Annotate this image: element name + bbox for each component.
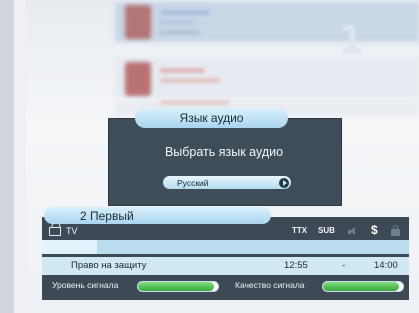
background-text bbox=[160, 30, 200, 35]
dollar-icon: $ bbox=[371, 223, 378, 237]
channel-logo: 1 bbox=[338, 18, 365, 62]
background-thumb bbox=[125, 5, 151, 39]
background-text bbox=[160, 68, 205, 73]
arrow-right-icon[interactable] bbox=[279, 177, 289, 188]
background-text bbox=[160, 10, 210, 15]
ttx-indicator: TTX bbox=[292, 226, 308, 235]
audio-language-select[interactable]: Русский bbox=[163, 176, 291, 189]
background-strip bbox=[14, 0, 26, 313]
signal-quality-meter bbox=[322, 281, 404, 292]
dialog-title: Язык аудио bbox=[179, 111, 244, 125]
speaker-icon bbox=[348, 227, 358, 236]
program-end-time: 14:00 bbox=[374, 260, 398, 271]
program-row: Право на защиту 12:55 - 14:00 bbox=[42, 257, 409, 275]
signal-level-label: Уровень сигнала bbox=[52, 280, 119, 290]
program-start-time: 12:55 bbox=[284, 260, 308, 271]
background-text bbox=[160, 20, 194, 25]
background-text bbox=[160, 78, 220, 83]
time-separator: - bbox=[342, 260, 346, 271]
channel-name: 2 Первый bbox=[80, 208, 134, 223]
background-thumb bbox=[125, 62, 151, 96]
dialog-heading: Выбрать язык аудио bbox=[164, 145, 284, 159]
background-text bbox=[160, 100, 230, 105]
channel-tab: 2 Первый bbox=[44, 207, 271, 224]
program-title: Право на защиту bbox=[71, 260, 147, 271]
signal-quality-label: Качество сигнала bbox=[235, 280, 305, 290]
sub-indicator: SUB bbox=[318, 226, 335, 235]
dialog-title-tab: Язык аудио bbox=[135, 108, 288, 128]
source-label: TV bbox=[66, 226, 78, 236]
program-progress-bar bbox=[42, 240, 409, 254]
audio-language-dialog bbox=[108, 118, 342, 206]
status-row: TV TTX SUB $ bbox=[42, 223, 409, 240]
background-left-bar bbox=[0, 0, 14, 313]
signal-quality-fill bbox=[323, 282, 399, 291]
program-progress-fill bbox=[42, 240, 98, 254]
signal-level-meter bbox=[137, 281, 219, 292]
signal-level-fill bbox=[138, 282, 214, 291]
lock-icon bbox=[391, 225, 400, 236]
tv-icon bbox=[49, 227, 61, 236]
selected-language: Русский bbox=[177, 177, 209, 188]
